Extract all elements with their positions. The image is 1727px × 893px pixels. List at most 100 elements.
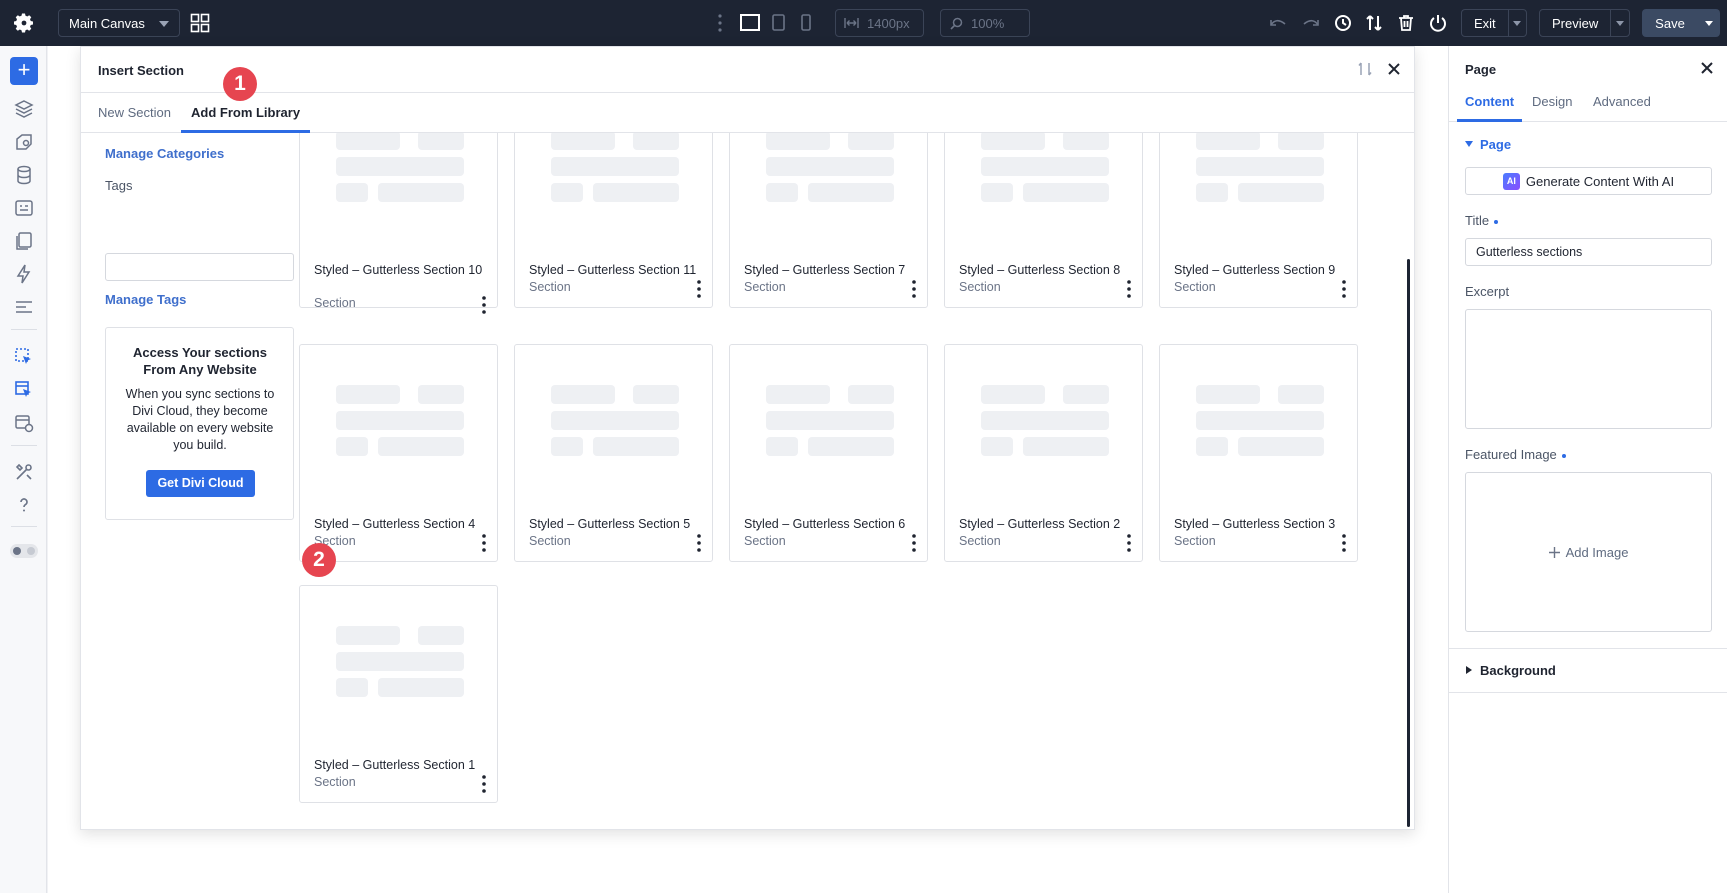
more-vertical-icon[interactable] — [912, 280, 916, 298]
canvas-select[interactable]: Main Canvas — [58, 9, 180, 37]
manage-categories-link[interactable]: Manage Categories — [105, 146, 224, 161]
thumbnail-placeholder — [848, 133, 894, 150]
close-icon[interactable] — [1384, 59, 1404, 79]
canvas-select-label: Main Canvas — [69, 15, 145, 31]
sidebar-divider — [11, 445, 37, 446]
undo-icon[interactable] — [1268, 13, 1288, 33]
card-type: Section — [744, 534, 786, 548]
library-card[interactable]: Styled – Gutterless Section 7 Section — [729, 133, 928, 308]
title-input[interactable]: Gutterless sections — [1465, 238, 1712, 266]
desktop-view-icon[interactable] — [740, 14, 760, 31]
tags-input[interactable] — [105, 253, 294, 281]
more-vertical-icon[interactable] — [1342, 534, 1346, 552]
left-sidebar: + — [0, 46, 47, 893]
history-clock-icon[interactable] — [1333, 13, 1353, 33]
thumbnail-placeholder — [378, 183, 464, 202]
phone-view-icon[interactable] — [801, 14, 811, 31]
thumbnail-placeholder — [981, 411, 1109, 430]
tab-advanced[interactable]: Advanced — [1593, 86, 1651, 122]
layout-settings-icon[interactable] — [13, 412, 35, 434]
more-vertical-icon[interactable] — [1127, 534, 1131, 552]
tools-icon[interactable] — [13, 461, 35, 483]
close-icon[interactable] — [1697, 58, 1717, 78]
card-type: Section — [1174, 280, 1216, 294]
list-settings-icon[interactable] — [13, 296, 35, 318]
sort-arrows-icon[interactable] — [1356, 60, 1374, 78]
cursor-select-icon[interactable] — [13, 346, 35, 368]
library-card[interactable]: Styled – Gutterless Section 4 Section — [299, 344, 498, 562]
save-dropdown[interactable] — [1698, 9, 1720, 37]
section-toggle-background[interactable]: Background — [1480, 663, 1556, 678]
database-icon[interactable] — [13, 164, 35, 186]
library-card[interactable]: Styled – Gutterless Section 5 Section — [514, 344, 713, 562]
preview-dropdown[interactable] — [1610, 10, 1628, 36]
pages-icon[interactable] — [13, 230, 35, 252]
get-divi-cloud-button[interactable]: Get Divi Cloud — [146, 470, 255, 497]
template-icon[interactable] — [13, 197, 35, 219]
card-title: Styled – Gutterless Section 10 — [314, 263, 483, 277]
help-icon[interactable] — [13, 494, 35, 516]
redo-icon[interactable] — [1301, 13, 1321, 33]
library-card[interactable]: Styled – Gutterless Section 6 Section — [729, 344, 928, 562]
tablet-view-icon[interactable] — [772, 14, 785, 31]
generate-ai-button[interactable]: AI Generate Content With AI — [1465, 167, 1712, 195]
library-card[interactable]: Styled – Gutterless Section 9 Section — [1159, 133, 1358, 308]
library-card[interactable]: Styled – Gutterless Section 11 Section — [514, 133, 713, 308]
library-card[interactable]: Styled – Gutterless Section 8 Section — [944, 133, 1143, 308]
library-card[interactable]: Styled – Gutterless Section 1 Section — [299, 585, 498, 803]
caret-right-icon — [1466, 666, 1472, 674]
thumbnail-placeholder — [336, 652, 464, 671]
gear-icon[interactable] — [12, 11, 36, 35]
section-toggle-page[interactable]: Page — [1480, 137, 1511, 152]
thumbnail-placeholder — [981, 183, 1013, 202]
thumbnail-placeholder — [633, 133, 679, 150]
tab-content[interactable]: Content — [1457, 86, 1523, 122]
grid-layout-icon[interactable] — [190, 13, 210, 33]
thumbnail-placeholder — [1196, 437, 1228, 456]
tab-new-section[interactable]: New Section — [98, 93, 171, 133]
more-vertical-icon[interactable] — [482, 296, 486, 314]
more-vertical-icon[interactable] — [1342, 280, 1346, 298]
add-module-button[interactable]: + — [10, 57, 38, 85]
thumbnail-placeholder — [1023, 183, 1109, 202]
preview-button[interactable]: Preview — [1539, 9, 1630, 37]
power-icon[interactable] — [1428, 13, 1448, 33]
trash-icon[interactable] — [1396, 13, 1416, 33]
more-vertical-icon[interactable] — [482, 534, 486, 552]
tab-design[interactable]: Design — [1532, 86, 1572, 122]
exit-dropdown[interactable] — [1507, 10, 1526, 36]
thumbnail-placeholder — [1238, 437, 1324, 456]
more-vertical-icon[interactable] — [482, 775, 486, 793]
panel-divider — [1449, 648, 1727, 649]
lightning-icon[interactable] — [13, 263, 35, 285]
featured-image-dropzone[interactable]: Add Image — [1465, 472, 1712, 632]
library-card[interactable]: Styled – Gutterless Section 2 Section — [944, 344, 1143, 562]
more-vertical-icon[interactable] — [697, 280, 701, 298]
library-select-icon[interactable] — [13, 379, 35, 401]
more-vertical-icon[interactable] — [718, 14, 722, 32]
canvas-width-field[interactable]: 1400px — [835, 9, 924, 37]
thumbnail-placeholder — [336, 133, 400, 150]
excerpt-textarea[interactable] — [1465, 309, 1712, 429]
save-button[interactable]: Save — [1642, 9, 1720, 37]
card-type: Section — [959, 534, 1001, 548]
library-card[interactable]: Styled – Gutterless Section 3 Section — [1159, 344, 1358, 562]
more-vertical-icon[interactable] — [697, 534, 701, 552]
sort-arrows-icon[interactable] — [1364, 13, 1384, 33]
library-card[interactable]: Styled – Gutterless Section 10 Section — [299, 133, 498, 314]
more-vertical-icon[interactable] — [1127, 280, 1131, 298]
exit-button[interactable]: Exit — [1461, 9, 1527, 37]
title-label-text: Title — [1465, 213, 1490, 228]
layers-icon[interactable] — [13, 98, 35, 120]
card-title: Styled – Gutterless Section 6 — [744, 517, 906, 531]
more-vertical-icon[interactable] — [912, 534, 916, 552]
thumbnail-placeholder — [551, 437, 583, 456]
modal-scrollbar[interactable] — [1407, 259, 1410, 827]
mode-toggle[interactable] — [10, 544, 38, 558]
manage-tags-link[interactable]: Manage Tags — [105, 292, 186, 307]
thumbnail-placeholder — [808, 183, 894, 202]
zoom-field[interactable]: 100% — [940, 9, 1030, 37]
theme-customizer-icon[interactable] — [13, 131, 35, 153]
step-badge: 1 — [223, 67, 257, 101]
card-title: Styled – Gutterless Section 7 — [744, 263, 906, 277]
